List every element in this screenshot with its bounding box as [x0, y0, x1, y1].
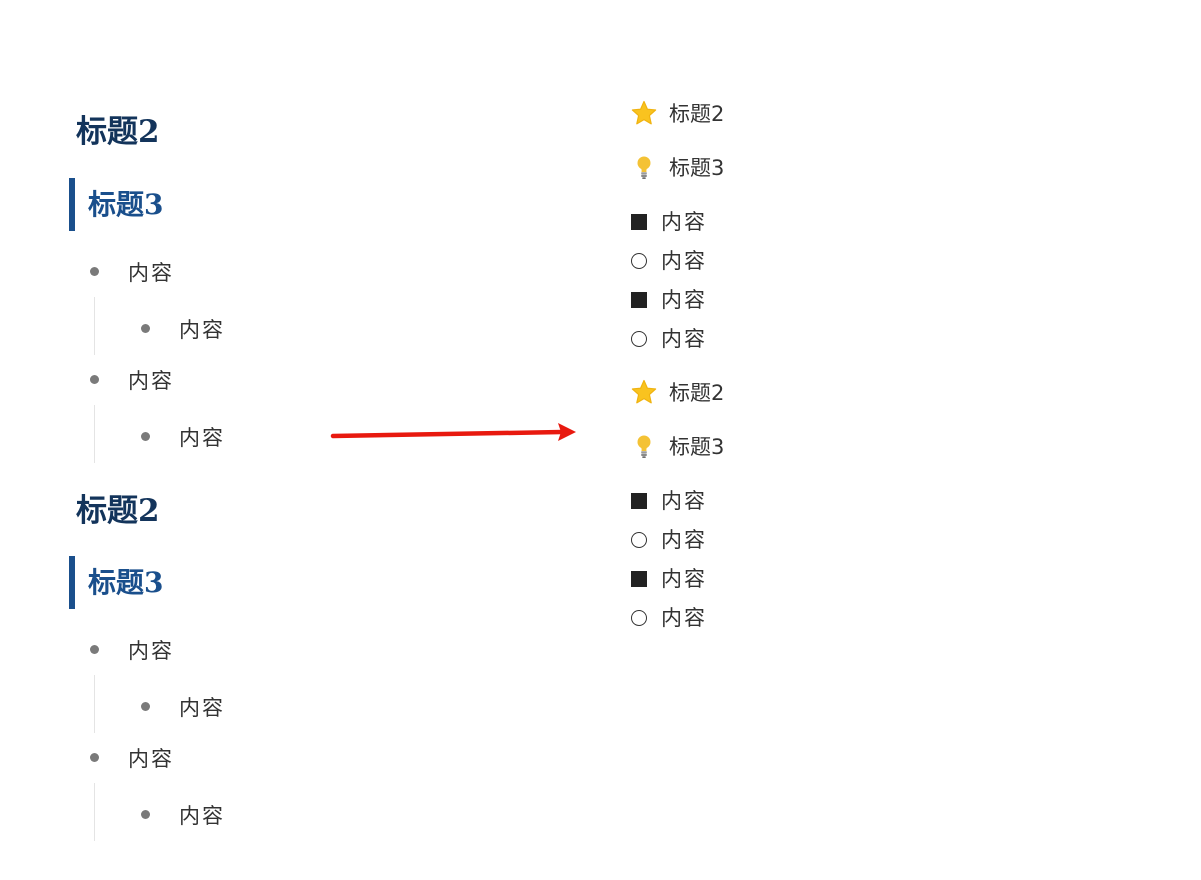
- heading-3: 标题3: [69, 178, 163, 231]
- nested-list-guide: [94, 297, 95, 355]
- bullet-dot-icon: [90, 375, 99, 384]
- bullet-dot-icon: [141, 432, 150, 441]
- star-icon: [631, 100, 657, 125]
- list-item-text: 内容: [661, 210, 707, 234]
- nested-list-guide: [94, 405, 95, 463]
- bullet-dot-icon: [141, 702, 150, 711]
- nested-list-item: 内容: [179, 804, 225, 828]
- hollow-circle-icon: [631, 253, 647, 269]
- list-item-text: 内容: [661, 249, 707, 273]
- bullet-dot-icon: [141, 810, 150, 819]
- list-item: 内容: [128, 369, 174, 393]
- list-item: 内容: [128, 747, 174, 771]
- heading-text: 标题3: [669, 156, 725, 180]
- bullet-dot-icon: [90, 645, 99, 654]
- list-item-text: 内容: [661, 327, 707, 351]
- list-item-text: 内容: [661, 489, 707, 513]
- nested-list-item: 内容: [179, 318, 225, 342]
- heading-2: 标题2: [76, 114, 160, 150]
- nested-list-item: 内容: [179, 696, 225, 720]
- nested-list-guide: [94, 675, 95, 733]
- heading-3: 标题3: [69, 556, 163, 609]
- list-item-text: 内容: [661, 528, 707, 552]
- hollow-circle-icon: [631, 331, 647, 347]
- hollow-circle-icon: [631, 532, 647, 548]
- heading-2: 标题2: [76, 493, 160, 529]
- list-item-text: 内容: [661, 567, 707, 591]
- heading-text: 标题2: [669, 102, 725, 126]
- lightbulb-icon: [637, 435, 651, 458]
- list-item: 内容: [128, 639, 174, 663]
- heading-text: 标题3: [669, 435, 725, 459]
- star-icon: [631, 379, 657, 404]
- list-item: 内容: [128, 261, 174, 285]
- heading-text: 标题2: [669, 381, 725, 405]
- bullet-dot-icon: [141, 324, 150, 333]
- filled-square-icon: [631, 214, 647, 230]
- filled-square-icon: [631, 493, 647, 509]
- hollow-circle-icon: [631, 610, 647, 626]
- list-item-text: 内容: [661, 288, 707, 312]
- lightbulb-icon: [637, 156, 651, 179]
- filled-square-icon: [631, 571, 647, 587]
- nested-list-item: 内容: [179, 426, 225, 450]
- bullet-dot-icon: [90, 753, 99, 762]
- filled-square-icon: [631, 292, 647, 308]
- right-arrow-icon: [330, 423, 576, 441]
- list-item-text: 内容: [661, 606, 707, 630]
- bullet-dot-icon: [90, 267, 99, 276]
- nested-list-guide: [94, 783, 95, 841]
